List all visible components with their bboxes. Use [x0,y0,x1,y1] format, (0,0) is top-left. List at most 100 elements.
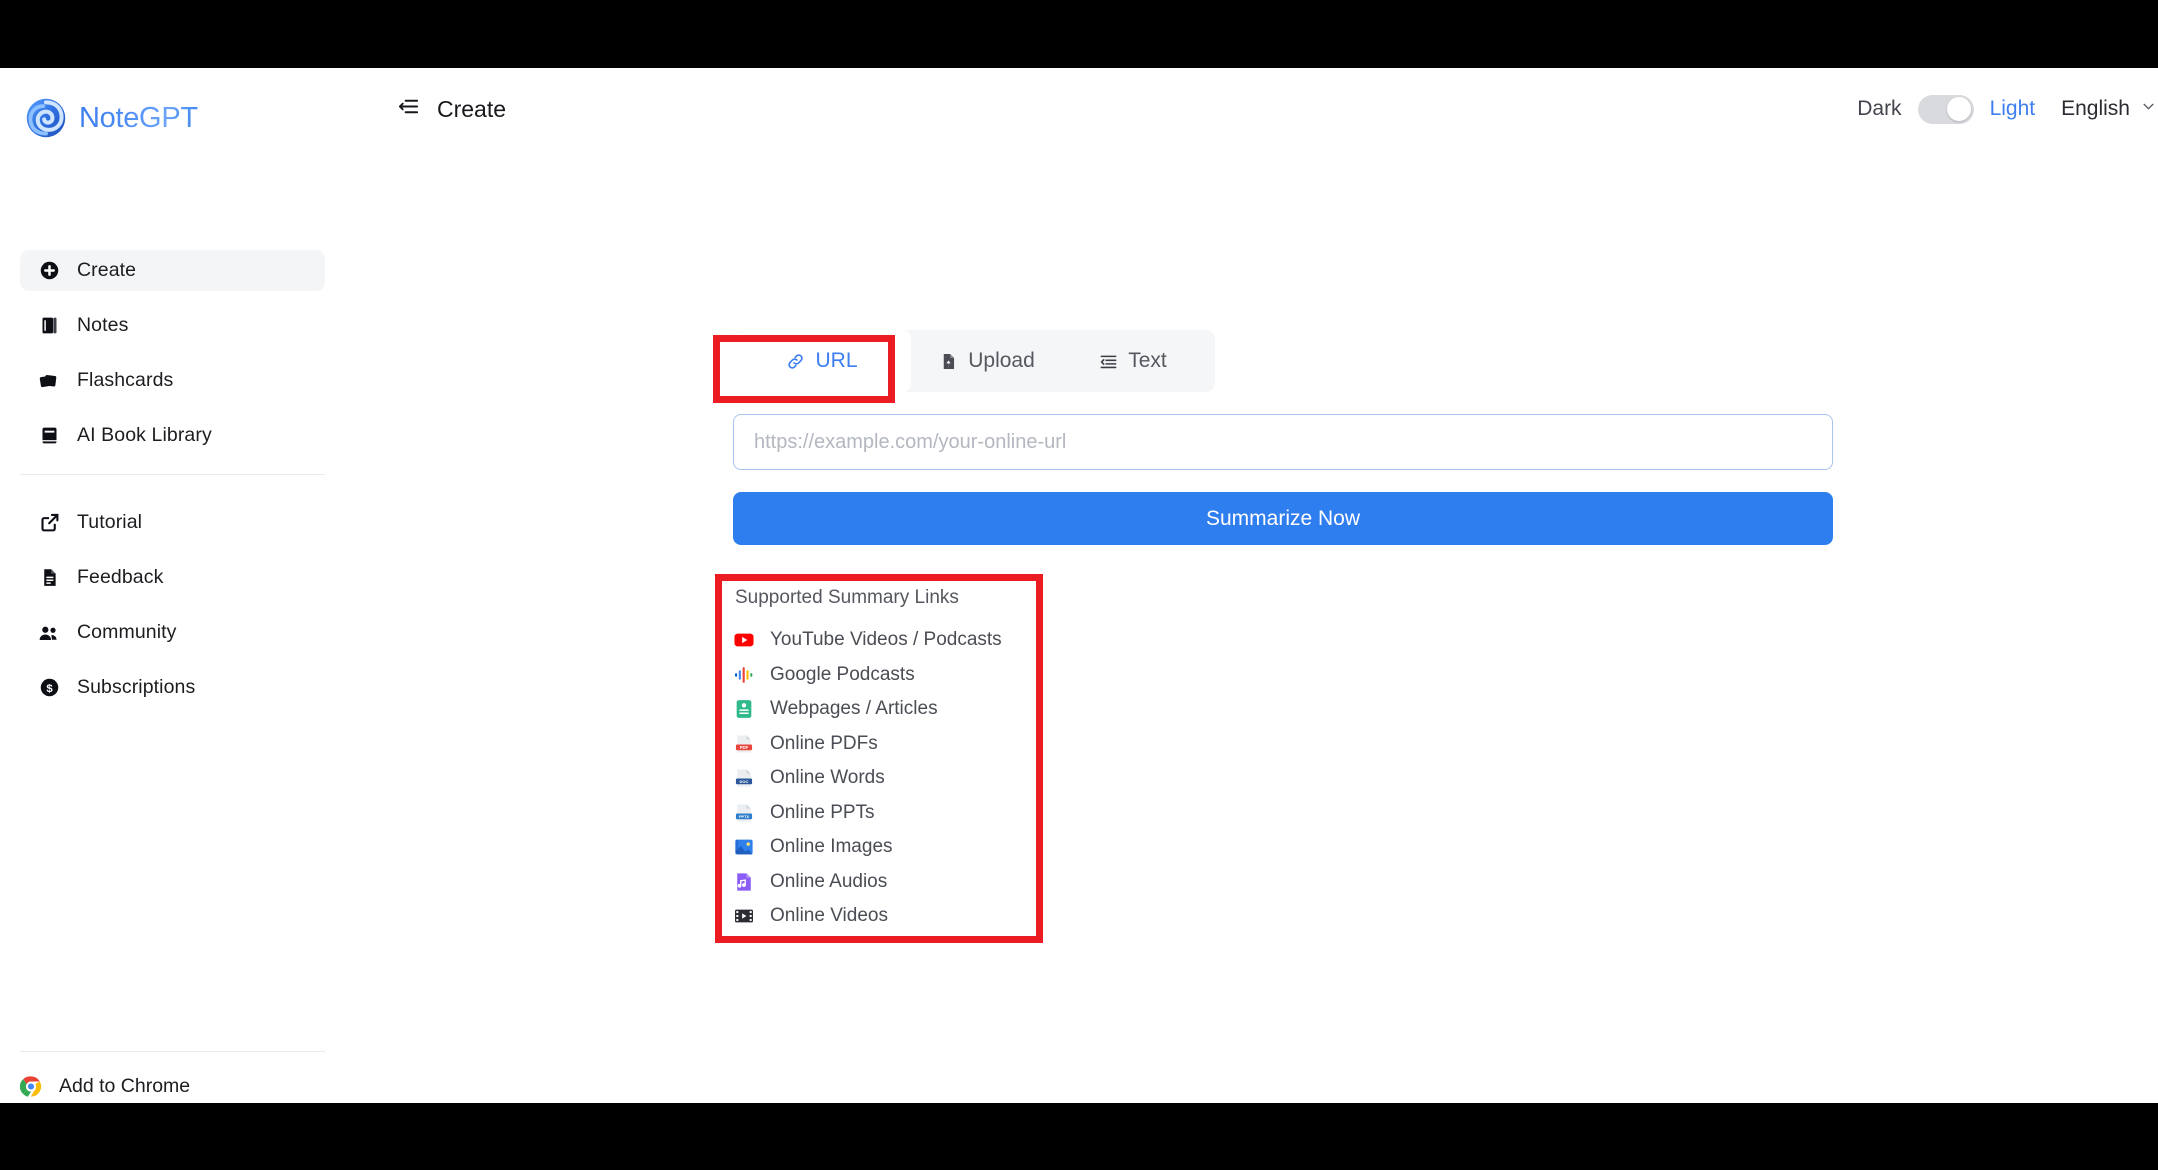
theme-toggle[interactable] [1917,94,1974,124]
letterbox-bottom-bar [0,1103,2158,1170]
sidebar: NoteGPT Create Notes Flashcards AI Book … [0,68,345,1103]
sidebar-item-label: Tutorial [77,511,143,533]
dollar-circle-icon: $ [38,677,60,699]
people-icon [38,622,60,644]
audio-icon [733,871,755,893]
list-item-label: YouTube Videos / Podcasts [770,629,1002,651]
source-type-tabs: URL Upload Text [733,330,1215,392]
sidebar-item-ai-book-library[interactable]: AI Book Library [20,415,325,456]
list-item: PDF Online PDFs [733,727,1055,762]
list-item-label: Online PPTs [770,801,875,823]
plus-circle-icon [38,260,60,282]
tab-upload-label: Upload [968,349,1035,372]
list-item-label: Online Words [770,767,885,789]
create-panel: URL Upload Text https://example.com/your… [733,330,1833,934]
word-doc-icon: DOC [733,767,755,789]
spiral-logo-icon [24,96,68,140]
sidebar-divider [20,474,325,475]
list-item: Webpages / Articles [733,692,1055,727]
sidebar-item-flashcards[interactable]: Flashcards [20,360,325,401]
language-label: English [2061,97,2130,120]
external-link-icon [38,512,60,534]
list-item: Online Videos [733,899,1055,934]
sidebar-item-label: Flashcards [77,369,174,391]
list-item-label: Google Podcasts [770,663,915,685]
sidebar-item-feedback[interactable]: Feedback [20,557,325,598]
notebook-icon [38,315,60,337]
list-item: PPTX Online PPTs [733,796,1055,831]
sidebar-item-subscriptions[interactable]: $ Subscriptions [20,667,325,708]
sidebar-divider-bottom [20,1051,325,1052]
document-icon [38,567,60,589]
supported-links-title: Supported Summary Links [735,587,959,608]
flashcards-icon [38,370,60,392]
add-to-chrome-label: Add to Chrome [59,1074,191,1097]
svg-text:PDF: PDF [740,745,749,750]
theme-switch: Dark Light [1857,94,2036,124]
page-title: Create [437,95,507,122]
sidebar-item-label: Notes [77,314,129,336]
brand-name: NoteGPT [79,101,198,134]
sidebar-item-community[interactable]: Community [20,612,325,653]
main-content: URL Upload Text https://example.com/your… [345,150,2158,1103]
list-item-label: Online Videos [770,905,888,927]
sidebar-item-label: Community [77,621,177,643]
sidebar-item-notes[interactable]: Notes [20,305,325,346]
youtube-icon [733,629,755,651]
list-item: Online Images [733,830,1055,865]
theme-dark-label[interactable]: Dark [1857,97,1901,121]
list-item: DOC Online Words [733,761,1055,796]
tab-upload[interactable]: Upload [911,330,1063,392]
supported-links-list: YouTube Videos / Podcasts Google Podcast… [733,623,1055,934]
sidebar-item-label: Subscriptions [77,676,196,698]
screenshot-root: NoteGPT Create Notes Flashcards AI Book … [0,0,2158,1170]
collapse-sidebar-icon[interactable] [397,95,420,123]
file-upload-icon [939,352,958,371]
list-item-label: Online Audios [770,870,888,892]
sidebar-item-label: Create [77,259,137,281]
language-selector[interactable]: English [2061,97,2156,121]
app-page: NoteGPT Create Notes Flashcards AI Book … [0,68,2158,1103]
tab-text[interactable]: Text [1063,330,1203,392]
svg-text:$: $ [46,683,53,695]
sidebar-secondary-nav: Tutorial Feedback Community $ Subscripti… [20,502,325,722]
add-to-chrome-button[interactable]: Add to Chrome [20,1064,325,1103]
list-item-label: Online PDFs [770,732,878,754]
tab-url-label: URL [815,349,858,372]
list-item: Online Audios [733,865,1055,900]
sidebar-item-label: AI Book Library [77,424,212,446]
letterbox-top-bar [0,0,2158,68]
sidebar-item-tutorial[interactable]: Tutorial [20,502,325,543]
supported-links-panel: Supported Summary Links YouTube Videos /… [733,587,1055,934]
text-lines-icon [1099,352,1118,371]
sidebar-item-create[interactable]: Create [20,250,325,291]
tab-text-label: Text [1128,349,1167,372]
header-left: Create [397,95,506,123]
webpage-icon [733,698,755,720]
image-icon [733,836,755,858]
list-item-label: Online Images [770,836,893,858]
pdf-icon: PDF [733,733,755,755]
link-icon [786,352,805,371]
top-header: Create Dark Light English [345,68,2158,150]
chevron-down-icon [2141,99,2156,119]
list-item: YouTube Videos / Podcasts [733,623,1055,658]
theme-light-label[interactable]: Light [1990,97,2036,121]
list-item-label: Webpages / Articles [770,698,938,720]
list-item: Google Podcasts [733,658,1055,693]
header-right: Dark Light English [1857,68,2158,150]
video-icon [733,905,755,927]
tab-url[interactable]: URL [733,330,911,392]
summarize-now-button[interactable]: Summarize Now [733,492,1833,545]
brand[interactable]: NoteGPT [24,96,198,140]
sidebar-item-label: Feedback [77,566,164,588]
google-podcasts-icon [733,664,755,686]
svg-text:PPTX: PPTX [739,815,749,819]
svg-text:DOC: DOC [740,779,749,784]
theme-toggle-knob [1946,97,1971,121]
url-input[interactable] [733,414,1833,470]
sidebar-primary-nav: Create Notes Flashcards AI Book Library [20,250,325,470]
book-icon [38,425,60,447]
chrome-icon [20,1075,42,1097]
ppt-icon: PPTX [733,802,755,824]
